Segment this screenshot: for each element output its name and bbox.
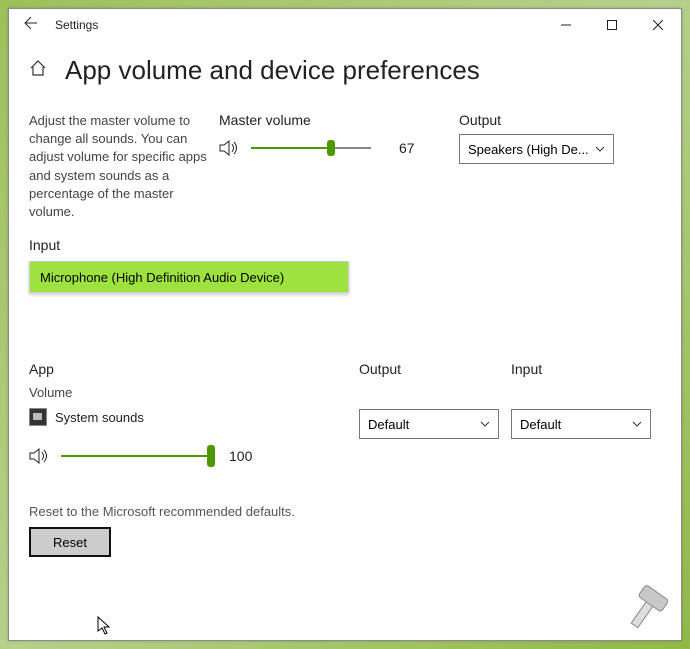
chevron-down-icon <box>595 143 605 155</box>
app-output-dropdown[interactable]: Default <box>359 409 499 439</box>
maximize-button[interactable] <box>589 9 635 41</box>
system-sounds-icon <box>29 408 47 426</box>
master-volume-value: 67 <box>399 140 415 156</box>
description-text: Adjust the master volume to change all s… <box>29 112 209 221</box>
app-input-selected: Default <box>520 417 561 432</box>
window-title: Settings <box>55 18 98 32</box>
reset-button-label: Reset <box>53 535 87 550</box>
output-label: Output <box>459 112 619 128</box>
home-icon[interactable] <box>29 59 47 82</box>
input-label: Input <box>29 237 661 253</box>
table-row: System sounds <box>29 408 359 426</box>
master-volume-label: Master volume <box>219 112 439 128</box>
column-header-output: Output <box>359 361 511 377</box>
output-selected: Speakers (High De... <box>468 142 589 157</box>
page-title: App volume and device preferences <box>65 55 480 86</box>
reset-button[interactable]: Reset <box>29 527 111 557</box>
app-output-selected: Default <box>368 417 409 432</box>
chevron-down-icon <box>632 418 642 430</box>
reset-description: Reset to the Microsoft recommended defau… <box>29 504 661 519</box>
column-header-input: Input <box>511 361 661 377</box>
app-volume-value: 100 <box>229 448 252 464</box>
close-button[interactable] <box>635 9 681 41</box>
chevron-down-icon <box>480 418 490 430</box>
input-selected: Microphone (High Definition Audio Device… <box>40 270 284 285</box>
output-dropdown[interactable]: Speakers (High De... <box>459 134 614 164</box>
settings-window: Settings App volume and device preferenc… <box>8 8 682 641</box>
speaker-icon <box>219 139 241 157</box>
cursor-icon <box>97 616 113 636</box>
app-input-dropdown[interactable]: Default <box>511 409 651 439</box>
minimize-button[interactable] <box>543 9 589 41</box>
column-header-app: App <box>29 361 359 377</box>
master-volume-slider[interactable] <box>251 138 371 158</box>
back-button[interactable] <box>17 15 41 36</box>
input-dropdown[interactable]: Microphone (High Definition Audio Device… <box>29 261 349 293</box>
speaker-icon <box>29 447 51 465</box>
app-volume-slider[interactable] <box>61 446 211 466</box>
volume-label: Volume <box>29 385 359 400</box>
app-name: System sounds <box>55 410 144 425</box>
titlebar: Settings <box>9 9 681 41</box>
